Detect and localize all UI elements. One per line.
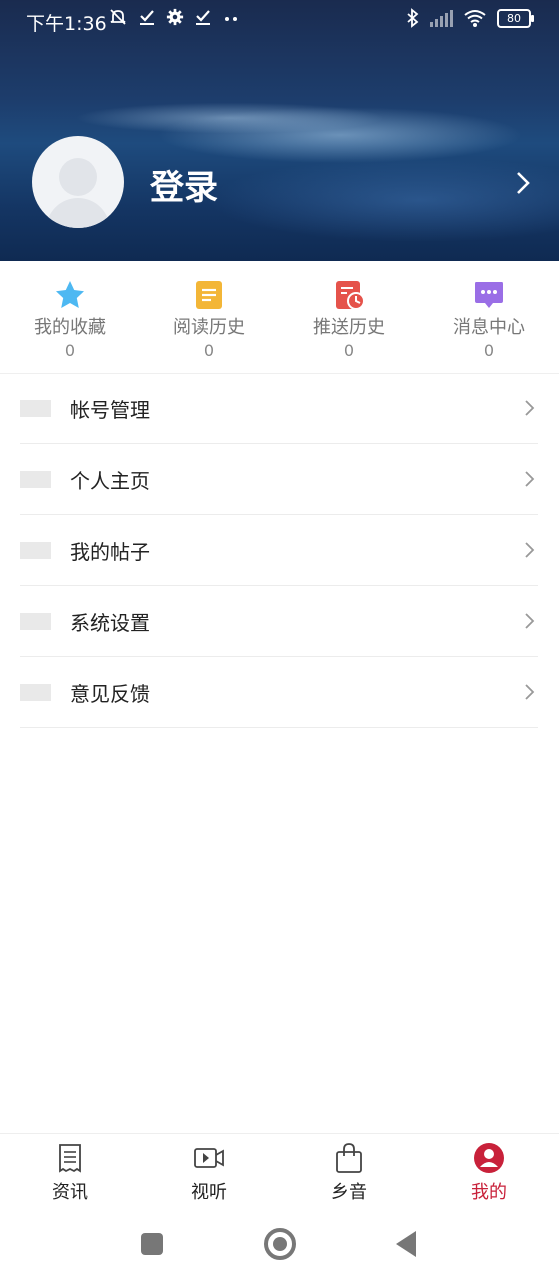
- more-dots-icon: [225, 17, 237, 21]
- video-icon: [194, 1148, 224, 1168]
- wifi-icon: [464, 10, 486, 27]
- stat-label: 推送历史: [313, 317, 385, 338]
- push-history-icon: [336, 281, 365, 310]
- menu-icon-placeholder: [20, 471, 51, 488]
- menu-item-label: 意见反馈: [70, 682, 150, 706]
- stat-favorites[interactable]: 我的收藏 0: [0, 279, 140, 360]
- menu-icon-placeholder: [20, 684, 51, 701]
- status-left-icons: [108, 7, 240, 27]
- menu-item-label: 系统设置: [70, 611, 150, 635]
- tab-video[interactable]: 视听: [139, 1142, 279, 1204]
- stat-label: 阅读历史: [173, 317, 245, 338]
- status-time: 下午1:36: [26, 13, 107, 35]
- bottom-nav: 资讯 视听 乡音 我的: [0, 1133, 559, 1214]
- status-bar: 下午1:36 80: [0, 0, 559, 40]
- check-icon: [140, 10, 154, 25]
- menu-item-account[interactable]: 帐号管理: [20, 373, 538, 444]
- menu-item-label: 帐号管理: [70, 398, 150, 422]
- menu-item-settings[interactable]: 系统设置: [20, 586, 538, 657]
- check-icon: [196, 10, 210, 25]
- quick-stats: 我的收藏 0 阅读历史 0 推送历史 0 消息中心 0: [0, 261, 559, 374]
- menu-item-feedback[interactable]: 意见反馈: [20, 657, 538, 728]
- recents-button[interactable]: [141, 1233, 163, 1255]
- stat-push-history[interactable]: 推送历史 0: [279, 279, 419, 360]
- stat-count: 0: [64, 341, 76, 360]
- chevron-right-icon: [525, 613, 535, 629]
- chevron-right-icon: [525, 684, 535, 700]
- bluetooth-icon: [407, 8, 419, 28]
- menu-icon-placeholder: [20, 400, 51, 417]
- gear-icon: [166, 8, 184, 26]
- stat-label: 我的收藏: [34, 317, 106, 338]
- tab-local-voice[interactable]: 乡音: [279, 1142, 419, 1204]
- tab-label: 视听: [191, 1182, 227, 1203]
- tab-label: 资讯: [52, 1182, 88, 1203]
- tab-news[interactable]: 资讯: [0, 1142, 140, 1204]
- menu-item-homepage[interactable]: 个人主页: [20, 444, 538, 515]
- chevron-right-icon: [525, 400, 535, 416]
- menu-item-my-posts[interactable]: 我的帖子: [20, 515, 538, 586]
- settings-menu: 帐号管理 个人主页 我的帖子 系统设置 意见反馈: [20, 373, 538, 728]
- chevron-right-icon: [525, 542, 535, 558]
- menu-item-label: 个人主页: [70, 469, 150, 493]
- stat-count: 0: [203, 341, 215, 360]
- stat-label: 消息中心: [453, 317, 525, 338]
- tab-mine[interactable]: 我的: [419, 1142, 559, 1204]
- news-icon: [59, 1144, 81, 1173]
- message-icon: [475, 282, 503, 308]
- login-label[interactable]: 登录: [150, 160, 218, 209]
- tab-label: 我的: [471, 1182, 507, 1203]
- system-nav-bar: [0, 1213, 559, 1280]
- profile-header: 下午1:36 80 登录: [0, 0, 559, 261]
- bag-icon: [336, 1143, 362, 1173]
- avatar[interactable]: [32, 136, 124, 228]
- document-icon: [196, 281, 222, 309]
- status-right: 80: [406, 8, 534, 28]
- notification-muted-icon: [110, 9, 126, 25]
- stat-count: 0: [483, 341, 495, 360]
- profile-screen: 下午1:36 80 登录 我的收藏 0 阅读历史 0 推送历史 0 消息中心 0…: [0, 0, 559, 1280]
- signal-icon: [430, 9, 453, 27]
- battery-icon: 80: [497, 8, 534, 28]
- tab-label: 乡音: [331, 1182, 367, 1203]
- profile-icon: [474, 1143, 504, 1173]
- star-icon: [56, 281, 84, 308]
- menu-icon-placeholder: [20, 542, 51, 559]
- chevron-right-icon[interactable]: [514, 170, 532, 196]
- stat-count: 0: [343, 341, 355, 360]
- menu-item-label: 我的帖子: [70, 540, 150, 564]
- stat-read-history[interactable]: 阅读历史 0: [139, 279, 279, 360]
- stat-message-center[interactable]: 消息中心 0: [419, 279, 559, 360]
- home-button[interactable]: [264, 1228, 296, 1260]
- chevron-right-icon: [525, 471, 535, 487]
- back-button[interactable]: [396, 1231, 416, 1257]
- menu-icon-placeholder: [20, 613, 51, 630]
